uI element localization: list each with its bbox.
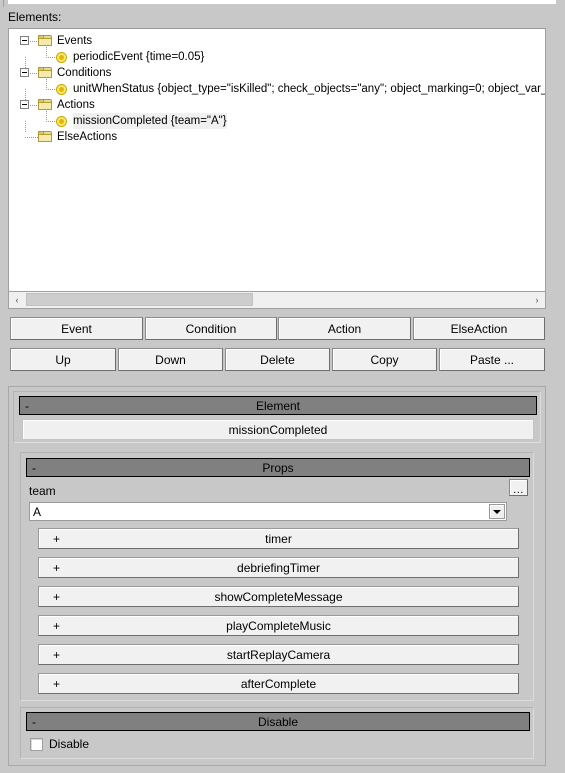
scrollbar-thumb[interactable]	[26, 293, 253, 306]
team-browse-button[interactable]: ...	[509, 479, 528, 496]
tree-connector	[46, 45, 47, 57]
frame-left-edge	[3, 0, 4, 7]
tree-connector	[46, 57, 56, 58]
element-name-field[interactable]: missionCompleted	[22, 419, 534, 440]
subsection-title: timer	[265, 531, 292, 546]
chevron-down-icon[interactable]	[489, 504, 505, 519]
subsection-title: playCompleteMusic	[226, 618, 331, 633]
tree-connector	[30, 105, 38, 106]
down-button[interactable]: Down	[118, 348, 223, 371]
tree-connector	[46, 89, 56, 90]
expand-sign: +	[53, 560, 61, 575]
expand-sign: +	[53, 531, 61, 546]
elements-label: Elements:	[8, 10, 62, 24]
disable-checkbox-row[interactable]: Disable	[30, 737, 89, 751]
expand-sign: +	[53, 647, 61, 662]
up-button[interactable]: Up	[10, 348, 116, 371]
subsection-timer[interactable]: + timer	[38, 528, 519, 549]
props-section-header[interactable]: - Props	[26, 458, 530, 477]
upper-widget-edge	[8, 0, 556, 4]
elseaction-button[interactable]: ElseAction	[413, 317, 545, 340]
tree-connector	[25, 137, 38, 138]
tree-connector	[30, 41, 38, 42]
tree-item-else-actions[interactable]: ElseActions	[9, 121, 545, 145]
disable-group: - Disable Disable	[20, 707, 534, 759]
tree-item-label: Actions	[57, 99, 95, 111]
expand-sign: +	[53, 618, 61, 633]
section-title: Disable	[257, 714, 299, 729]
subsection-start-replay-camera[interactable]: + startReplayCamera	[38, 644, 519, 665]
subsection-title: debriefingTimer	[237, 560, 320, 575]
tree-item-label: missionCompleted {team="A"}	[73, 113, 227, 129]
expander-icon[interactable]	[20, 100, 29, 109]
bullet-icon	[56, 116, 67, 127]
tree-connector	[25, 121, 26, 133]
elements-tree[interactable]: Events periodicEvent {time=0.05} Conditi…	[8, 28, 546, 292]
element-name-value: missionCompleted	[228, 422, 328, 437]
tree-item-unit-when-status[interactable]: unitWhenStatus {object_type="isKilled"; …	[9, 77, 546, 97]
properties-pane: - Element missionCompleted - Props team …	[8, 386, 546, 766]
subsection-after-complete[interactable]: + afterComplete	[38, 673, 519, 694]
scroll-left-icon[interactable]: ‹	[9, 292, 25, 307]
tree-horizontal-scrollbar[interactable]: ‹ ›	[8, 292, 546, 309]
event-button[interactable]: Event	[10, 317, 143, 340]
subsection-play-complete-music[interactable]: + playCompleteMusic	[38, 615, 519, 636]
section-title: Props	[262, 460, 294, 475]
team-combobox[interactable]: A	[29, 502, 507, 521]
subsection-title: showCompleteMessage	[214, 589, 343, 604]
tree-item-label: ElseActions	[57, 131, 118, 143]
subsection-title: startReplayCamera	[226, 647, 331, 662]
condition-button[interactable]: Condition	[145, 317, 277, 340]
tree-item-events[interactable]: Events	[9, 33, 545, 49]
disable-checkbox[interactable]	[30, 737, 43, 751]
subsection-debriefing-timer[interactable]: + debriefingTimer	[38, 557, 519, 578]
subsection-show-complete-message[interactable]: + showCompleteMessage	[38, 586, 519, 607]
folder-icon	[38, 131, 53, 143]
expander-icon[interactable]	[20, 36, 29, 45]
disable-checkbox-label: Disable	[49, 737, 90, 751]
tree-item-conditions[interactable]: Conditions	[9, 57, 545, 81]
tree-item-periodic-event[interactable]: periodicEvent {time=0.05}	[9, 45, 545, 65]
collapse-sign: -	[32, 460, 36, 475]
action-button[interactable]: Action	[278, 317, 411, 340]
collapse-sign: -	[25, 398, 29, 413]
tree-connector	[46, 121, 56, 122]
copy-button[interactable]: Copy	[332, 348, 437, 371]
tree-item-label: Events	[57, 35, 93, 47]
collapse-sign: -	[32, 714, 36, 729]
section-title: Element	[255, 398, 301, 413]
bullet-icon	[56, 84, 67, 95]
subsection-title: afterComplete	[240, 676, 317, 691]
props-group: - Props team ... A + timer + debriefingT…	[20, 452, 534, 701]
expand-sign: +	[53, 589, 61, 604]
team-label: team	[29, 484, 56, 498]
window-frame-top	[0, 0, 565, 7]
scroll-right-icon[interactable]: ›	[529, 292, 545, 307]
expander-icon[interactable]	[20, 68, 29, 77]
disable-section-header[interactable]: - Disable	[26, 712, 530, 731]
team-value: A	[33, 504, 42, 519]
tree-item-label: Conditions	[57, 67, 112, 79]
delete-button[interactable]: Delete	[225, 348, 330, 371]
tree-item-actions[interactable]: Actions	[9, 89, 545, 113]
element-section-header[interactable]: - Element	[19, 396, 537, 415]
paste-button[interactable]: Paste ...	[439, 348, 545, 371]
tree-connector	[46, 109, 47, 121]
tree-item-mission-completed[interactable]: missionCompleted {team="A"}	[9, 109, 545, 129]
tree-connector	[30, 73, 38, 74]
element-group: - Element missionCompleted	[13, 391, 541, 443]
tree-connector	[46, 77, 47, 89]
bullet-icon	[56, 52, 67, 63]
tree-item-label: unitWhenStatus {object_type="isKilled"; …	[73, 83, 546, 95]
tree-item-label: periodicEvent {time=0.05}	[73, 51, 205, 63]
expand-sign: +	[53, 676, 61, 691]
